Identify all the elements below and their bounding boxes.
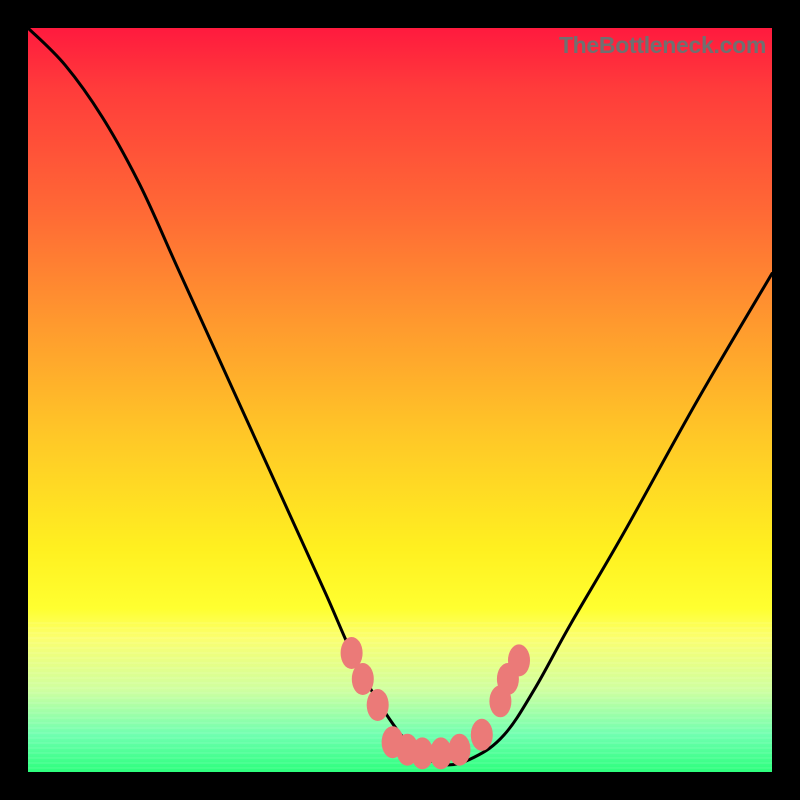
marker-blob bbox=[352, 663, 374, 695]
curve-svg bbox=[28, 28, 772, 772]
marker-blob bbox=[367, 689, 389, 721]
marker-blob bbox=[449, 734, 471, 766]
bottleneck-curve bbox=[28, 28, 772, 765]
marker-blob bbox=[471, 719, 493, 751]
marker-blob bbox=[508, 644, 530, 676]
chart-frame: TheBottleneck.com bbox=[0, 0, 800, 800]
curve-markers bbox=[341, 637, 530, 769]
marker-blob bbox=[430, 737, 452, 769]
watermark-text: TheBottleneck.com bbox=[559, 32, 766, 59]
plot-area: TheBottleneck.com bbox=[28, 28, 772, 772]
